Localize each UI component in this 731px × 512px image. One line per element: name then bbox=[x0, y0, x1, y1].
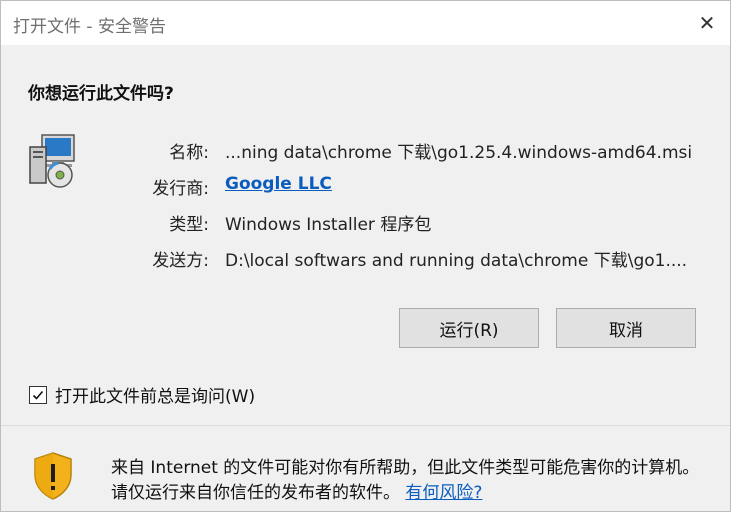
security-shield-warning-icon bbox=[34, 452, 72, 500]
publisher-link[interactable]: Google LLC bbox=[225, 174, 332, 194]
type-label: 类型: bbox=[169, 215, 209, 235]
close-icon[interactable]: ✕ bbox=[684, 1, 730, 45]
always-ask-checkbox-row[interactable]: 打开此文件前总是询问(W) bbox=[29, 382, 255, 407]
warning-text-block: 来自 Internet 的文件可能对你有所帮助，但此文件类型可能危害你的计算机。… bbox=[111, 456, 711, 506]
run-question: 你想运行此文件吗? bbox=[28, 84, 174, 104]
name-value: ...ning data\chrome 下载\go1.25.4.windows-… bbox=[225, 143, 693, 163]
always-ask-checkbox[interactable] bbox=[29, 385, 47, 404]
checkmark-icon bbox=[32, 390, 44, 400]
risk-link[interactable]: 有何风险? bbox=[405, 483, 482, 503]
always-ask-label: 打开此文件前总是询问(W) bbox=[55, 387, 256, 407]
from-value: D:\local softwars and running data\chrom… bbox=[225, 251, 688, 271]
window-title: 打开文件 - 安全警告 bbox=[13, 17, 166, 37]
publisher-label: 发行商: bbox=[152, 179, 209, 199]
type-value: Windows Installer 程序包 bbox=[225, 215, 432, 235]
from-label: 发送方: bbox=[152, 251, 209, 271]
cancel-button[interactable]: 取消 bbox=[556, 308, 696, 348]
run-button[interactable]: 运行(R) bbox=[399, 308, 539, 348]
dialog-body: 你想运行此文件吗? 名称: ...ning data\chrome 下载\go1… bbox=[1, 45, 730, 425]
installer-program-icon bbox=[29, 134, 75, 188]
security-warning-dialog: 打开文件 - 安全警告 ✕ 你想运行此文件吗? 名称: ...ning data… bbox=[0, 0, 731, 512]
name-label: 名称: bbox=[169, 143, 209, 163]
title-bar: 打开文件 - 安全警告 ✕ bbox=[1, 1, 730, 45]
warning-footer: 来自 Internet 的文件可能对你有所帮助，但此文件类型可能危害你的计算机。… bbox=[1, 426, 730, 511]
